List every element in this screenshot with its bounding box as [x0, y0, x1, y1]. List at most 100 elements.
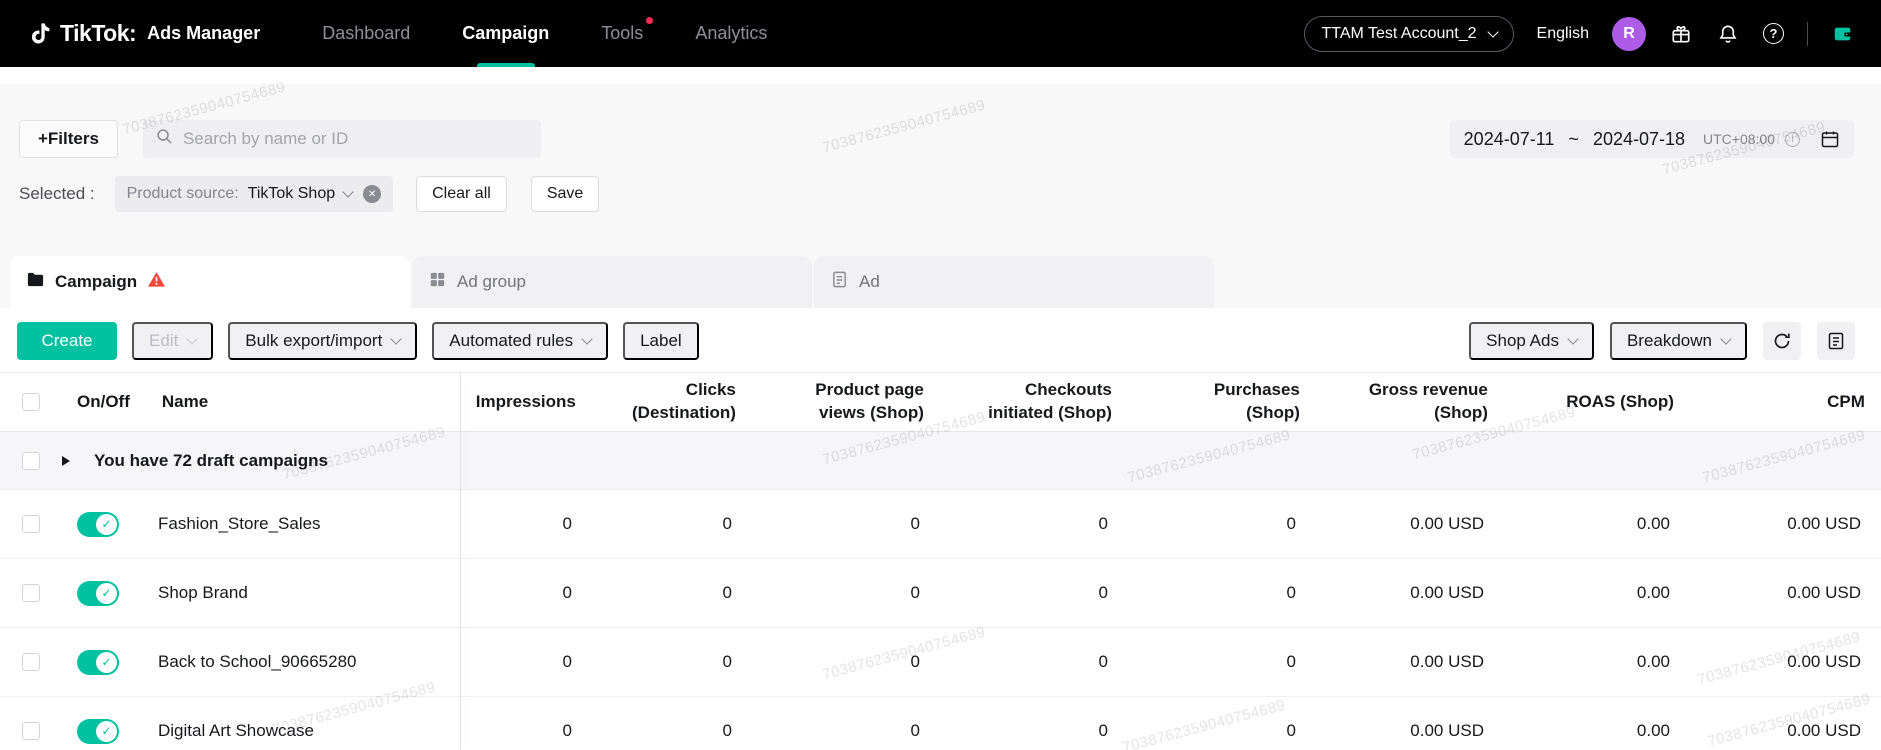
warning-icon	[147, 271, 166, 293]
row-checkbox[interactable]	[22, 653, 40, 671]
metric-value: 0	[732, 720, 920, 743]
clear-all-button[interactable]: Clear all	[416, 176, 507, 212]
topbar-divider	[1807, 22, 1808, 46]
column-header-gross-revenue[interactable]: Gross revenue(Shop)	[1300, 379, 1488, 425]
row-checkbox[interactable]	[22, 452, 40, 470]
table-header-row: On/Off Name Impressions Clicks(Destinati…	[0, 372, 1881, 432]
nav-item-tools[interactable]: Tools	[601, 0, 643, 67]
search-box	[143, 120, 541, 158]
row-checkbox[interactable]	[22, 515, 40, 533]
column-header-name: Name	[162, 392, 208, 412]
notifications-icon[interactable]	[1716, 22, 1740, 46]
metric-value: 0	[1108, 651, 1296, 674]
metric-value: 0.00 USD	[1296, 720, 1484, 743]
metric-value: 0.00	[1484, 651, 1670, 674]
campaign-panel: Create Edit Bulk export/import Automated…	[0, 308, 1881, 750]
metric-value: 0.00 USD	[1670, 513, 1861, 536]
chevron-down-icon[interactable]	[342, 186, 353, 197]
column-header-clicks[interactable]: Clicks(Destination)	[576, 379, 736, 425]
level-tabs: Campaign Ad group Ad	[10, 256, 1881, 308]
billing-wallet-icon[interactable]	[1831, 22, 1855, 46]
draft-campaigns-row[interactable]: You have 72 draft campaigns	[0, 432, 1881, 490]
content: +Filters 2024-07-11 ~ 2024-07-18 UTC+08:…	[0, 120, 1881, 750]
onoff-toggle[interactable]	[77, 581, 119, 606]
filters-button[interactable]: +Filters	[19, 120, 118, 158]
chevron-down-icon	[1567, 333, 1578, 344]
language-selector[interactable]: English	[1537, 25, 1589, 43]
selected-filter-tag[interactable]: Product source: TikTok Shop	[115, 176, 394, 212]
selected-filters-row: Selected : Product source: TikTok Shop C…	[19, 176, 1854, 212]
onoff-toggle[interactable]	[77, 719, 119, 744]
tag-key: Product source:	[127, 185, 239, 203]
expand-caret-icon[interactable]	[62, 456, 70, 466]
nav-item-analytics[interactable]: Analytics	[695, 0, 767, 67]
select-all-checkbox[interactable]	[22, 393, 40, 411]
campaign-name[interactable]: Shop Brand	[158, 583, 248, 603]
toolbar: Create Edit Bulk export/import Automated…	[0, 308, 1881, 360]
help-icon[interactable]	[1763, 23, 1784, 44]
refresh-icon[interactable]	[1763, 322, 1801, 360]
product-name: Ads Manager	[147, 23, 260, 44]
metric-value: 0	[572, 651, 732, 674]
active-nav-underline	[477, 63, 535, 67]
draft-notice: You have 72 draft campaigns	[94, 451, 328, 471]
chevron-down-icon	[1720, 333, 1731, 344]
nav-item-campaign[interactable]: Campaign	[462, 0, 549, 67]
campaign-table: On/Off Name Impressions Clicks(Destinati…	[0, 372, 1881, 750]
save-filter-button[interactable]: Save	[531, 176, 599, 212]
column-header-checkouts[interactable]: Checkoutsinitiated (Shop)	[924, 379, 1112, 425]
campaign-name[interactable]: Back to School_90665280	[158, 652, 357, 672]
label-button[interactable]: Label	[623, 322, 699, 360]
onoff-toggle[interactable]	[77, 512, 119, 537]
date-end: 2024-07-18	[1593, 129, 1685, 150]
toggle-check-icon	[96, 514, 117, 535]
tab-ad-group[interactable]: Ad group	[412, 256, 812, 308]
onoff-toggle[interactable]	[77, 650, 119, 675]
row-checkbox[interactable]	[22, 722, 40, 740]
bulk-export-import-button[interactable]: Bulk export/import	[228, 322, 417, 360]
column-header-onoff: On/Off	[77, 392, 130, 412]
search-input[interactable]	[183, 129, 529, 149]
document-icon	[830, 270, 849, 294]
tiktok-logo[interactable]: TikTok: Ads Manager	[26, 20, 260, 47]
search-icon	[155, 127, 174, 151]
tab-ad[interactable]: Ad	[814, 256, 1214, 308]
tab-campaign[interactable]: Campaign	[10, 256, 410, 308]
metric-value: 0	[1108, 720, 1296, 743]
metric-value: 0	[920, 513, 1108, 536]
promotions-icon[interactable]	[1669, 22, 1693, 46]
avatar[interactable]: R	[1612, 17, 1646, 51]
account-selector[interactable]: TTAM Test Account_2	[1304, 16, 1513, 52]
table-row: Shop Brand 0 0 0 0 0 0.00 USD 0.00 0.00 …	[0, 559, 1881, 628]
date-start: 2024-07-11	[1464, 129, 1555, 150]
remove-filter-icon[interactable]	[363, 185, 381, 203]
table-row: Digital Art Showcase 0 0 0 0 0 0.00 USD …	[0, 697, 1881, 750]
edit-button[interactable]: Edit	[132, 322, 213, 360]
date-range-picker[interactable]: 2024-07-11 ~ 2024-07-18 UTC+08:00	[1450, 120, 1854, 158]
row-checkbox[interactable]	[22, 584, 40, 602]
metric-value: 0	[460, 651, 572, 674]
tag-value: TikTok Shop	[248, 185, 335, 203]
nav-item-dashboard[interactable]: Dashboard	[322, 0, 410, 67]
campaign-name[interactable]: Fashion_Store_Sales	[158, 514, 321, 534]
metric-value: 0.00 USD	[1296, 513, 1484, 536]
metric-value: 0	[920, 582, 1108, 605]
column-header-impressions[interactable]: Impressions	[464, 391, 576, 414]
metric-value: 0.00	[1484, 720, 1670, 743]
campaign-name[interactable]: Digital Art Showcase	[158, 721, 314, 741]
column-header-roas[interactable]: ROAS (Shop)	[1488, 391, 1674, 414]
shop-ads-dropdown[interactable]: Shop Ads	[1469, 322, 1594, 360]
metric-value: 0	[732, 513, 920, 536]
automated-rules-button[interactable]: Automated rules	[432, 322, 608, 360]
create-button[interactable]: Create	[17, 322, 117, 360]
column-header-purchases[interactable]: Purchases(Shop)	[1112, 379, 1300, 425]
report-export-icon[interactable]	[1817, 322, 1855, 360]
column-header-product-page-views[interactable]: Product pageviews (Shop)	[736, 379, 924, 425]
breakdown-dropdown[interactable]: Breakdown	[1610, 322, 1747, 360]
metric-value: 0.00 USD	[1296, 651, 1484, 674]
toggle-check-icon	[96, 652, 117, 673]
metric-value: 0	[1108, 582, 1296, 605]
toolbar-right: Shop Ads Breakdown	[1469, 322, 1855, 360]
column-header-cpm[interactable]: CPM	[1674, 391, 1865, 414]
metric-value: 0	[732, 651, 920, 674]
